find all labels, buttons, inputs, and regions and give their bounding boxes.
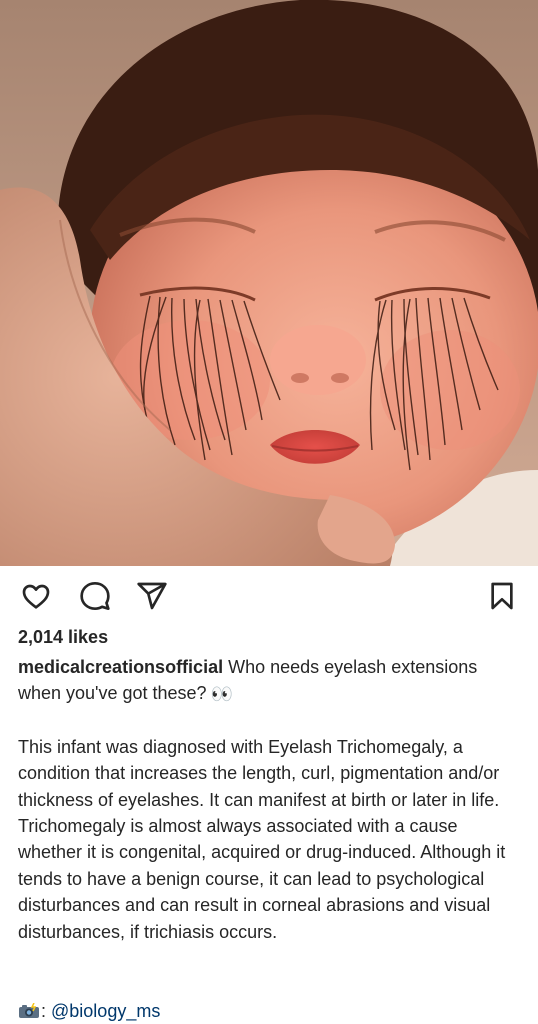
camera-flash-icon — [18, 1000, 40, 1018]
paper-plane-icon[interactable] — [136, 580, 168, 612]
heart-outline-icon[interactable] — [20, 580, 52, 612]
caption-username[interactable]: medicalcreationsofficial — [18, 657, 223, 677]
caption-credit: : @biology_ms — [18, 998, 160, 1024]
action-bar — [0, 566, 538, 624]
bookmark-outline-icon[interactable] — [486, 580, 518, 612]
infant-photo-illustration — [0, 0, 538, 566]
caption-headline: medicalcreationsofficial Who needs eyela… — [18, 654, 524, 708]
post-image[interactable] — [0, 0, 538, 566]
likes-count[interactable]: 2,014 likes — [18, 627, 108, 648]
post-caption: medicalcreationsofficial Who needs eyela… — [18, 654, 524, 945]
eyes-emoji: 👀 — [210, 684, 233, 705]
comment-bubble-icon[interactable] — [79, 580, 111, 612]
credit-separator: : — [41, 1001, 52, 1021]
credit-handle-link[interactable]: @biology_ms — [51, 1001, 160, 1021]
instagram-post: 2,014 likes medicalcreationsofficial Who… — [0, 0, 538, 1024]
caption-body: This infant was diagnosed with Eyelash T… — [18, 736, 506, 942]
